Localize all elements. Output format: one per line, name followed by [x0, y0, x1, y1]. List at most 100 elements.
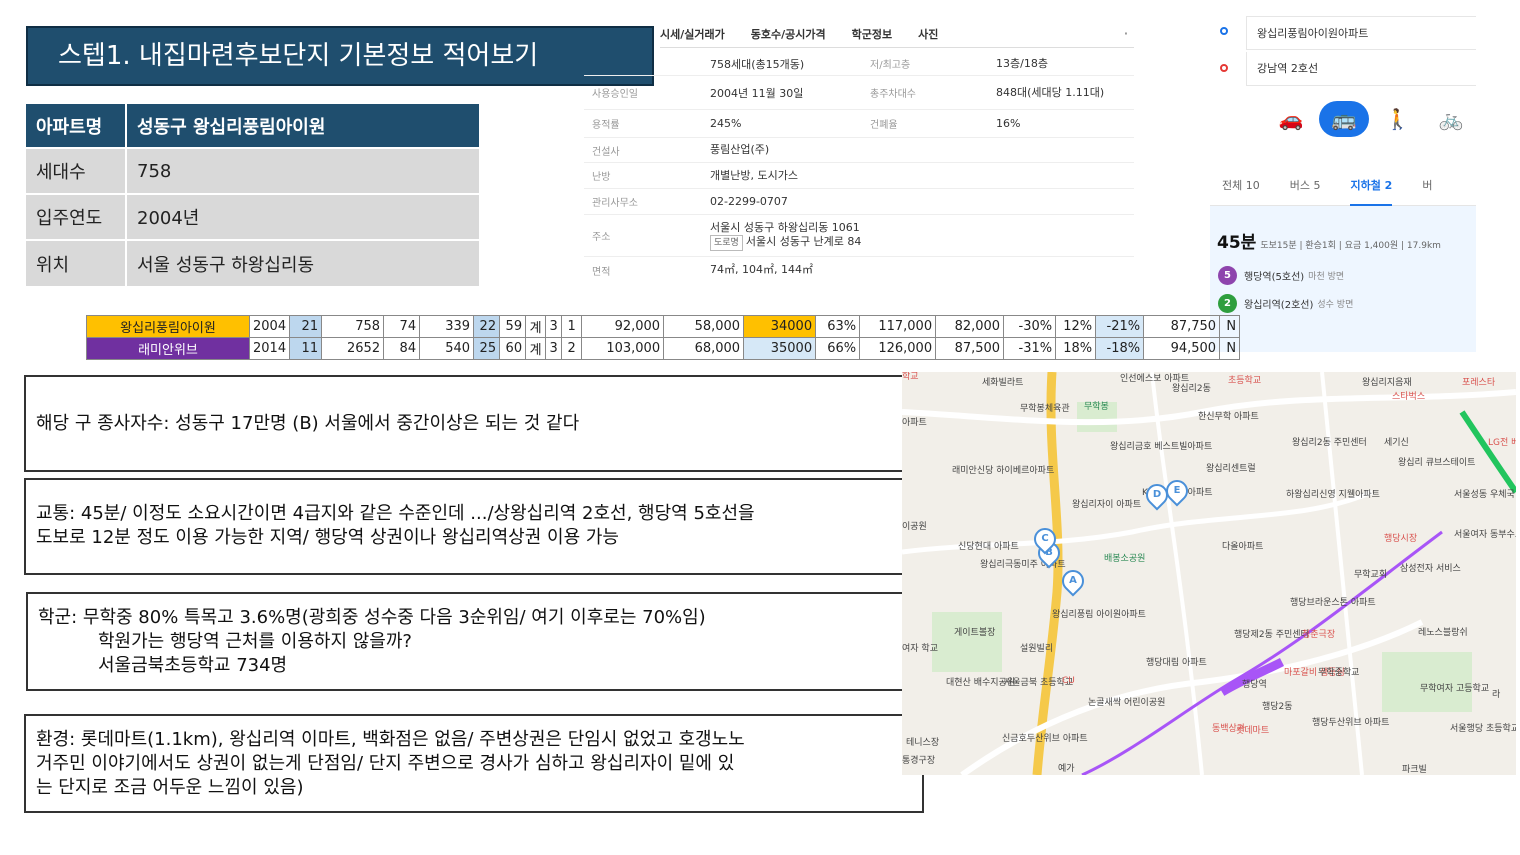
table-cell: -18%: [1095, 337, 1145, 360]
table-cell: 84: [383, 337, 421, 360]
map-label: 서울여자 동부수도사: [1454, 530, 1516, 540]
map-label: 왕십리센트럴: [1206, 464, 1256, 474]
info-key: 입주연도: [26, 193, 127, 240]
map-pin-letter: A: [1069, 575, 1077, 586]
station-item: 5 행당역(5호선) 마천 방면: [1218, 266, 1344, 285]
map-label: 파크빌: [1402, 765, 1427, 775]
table-cell: 63%: [815, 315, 861, 338]
note-line: 도보로 12분 정도 이용 가능한 지역/ 행당역 상권이나 왕십리역상권 이용…: [36, 527, 619, 548]
tab-more[interactable]: ·: [1124, 27, 1128, 40]
approval-value: 2004년 11월 30일: [710, 86, 804, 100]
table-cell: 22: [473, 315, 501, 338]
info-value: 서울 성동구 하왕십리동: [126, 239, 479, 286]
map-pin-letter: D: [1152, 489, 1162, 500]
parking-label: 총주차대수: [870, 89, 916, 100]
map-label: 삼성전자 서비스: [1400, 564, 1461, 574]
tab-price[interactable]: 시세/실거래가: [660, 26, 725, 42]
tab-school[interactable]: 학군정보: [852, 26, 892, 42]
tab-subway[interactable]: 지하철 2: [1350, 166, 1393, 206]
map-label: 무학교회: [1354, 570, 1388, 580]
table-row: 왕십리풍림아이원 2004 21 758 74 339 22 59 계 3 1 92,000 58,00…: [86, 315, 1241, 338]
note-line: 서울금북초등학교 734명: [98, 655, 288, 676]
tab-bus[interactable]: 버스 5: [1290, 166, 1321, 206]
detail-row: 건설사 풍림산업(주): [584, 138, 1134, 163]
table-cell: 2014: [248, 337, 291, 360]
map-label: CU: [1062, 676, 1075, 686]
map-label: 왕십리자이 아파트: [1072, 500, 1142, 510]
map-label: 세기신: [1384, 438, 1409, 448]
info-value: 2004년: [126, 193, 479, 240]
table-cell-name: 래미안위브: [86, 337, 250, 360]
line-badge: 2: [1218, 294, 1237, 313]
destination-dot-icon: [1220, 64, 1228, 72]
table-cell: N: [1219, 315, 1241, 338]
station-name: 왕십리역(2호선): [1244, 300, 1314, 311]
map-label: 무학봉: [1084, 402, 1109, 412]
detail-tabs: 시세/실거래가 동호수/공시가격 학군정보 사진 ·: [660, 20, 1134, 48]
map-label: LG전 베스: [1488, 438, 1516, 448]
map-label: 아파트: [902, 418, 927, 428]
bus-icon[interactable]: 🚌: [1319, 101, 1370, 137]
note-jobs: 해당 구 종사자수: 성동구 17만명 (B) 서울에서 중간이상은 되는 것 …: [24, 375, 904, 472]
route-result[interactable]: 45분 도보15분 | 환승1회 | 요금 1,400원 | 17.9km 5 행…: [1210, 206, 1476, 352]
info-header-value: 성동구 왕십리풍림아이원: [126, 104, 479, 148]
slide-title: 스텝1. 내집마련후보단지 기본정보 적어보기: [26, 26, 654, 86]
map-label: 대현산 배수지공원: [946, 678, 1016, 688]
map-label: 포레스타: [1462, 378, 1496, 388]
map-label: 왕십리 큐브스테이트: [1398, 458, 1476, 468]
route-details: 도보15분 | 환승1회 | 요금 1,400원 | 17.9km: [1260, 241, 1441, 251]
area-map[interactable]: 세화빌라트 무학봉체육관 무학봉 인선에스보 아파트 왕십리2동 초등학교 왕십리금호 베스…: [902, 372, 1516, 775]
table-row: 래미안위브 2014 11 2652 84 540 25 60 계 3 2 103,000 68,000…: [86, 337, 1241, 360]
map-label: 행당브라운스톤 아파트: [1290, 598, 1376, 608]
map-label: 레노스블랑쉬: [1418, 628, 1468, 638]
map-label: 설원빌리: [1020, 644, 1054, 654]
info-key: 위치: [26, 239, 127, 286]
floors-value: 13층/18층: [996, 56, 1048, 70]
area-value: 74㎡, 104㎡, 144㎡: [710, 263, 813, 276]
table-cell: 18%: [1055, 337, 1097, 360]
map-label: 게이트볼장: [954, 628, 996, 638]
map-label: 왕십리2동 주민센터: [1292, 438, 1367, 448]
note-environment: 환경: 롯데마트(1.1km), 왕십리역 이마트, 백화점은 없음/ 주변상권…: [24, 714, 924, 813]
table-cell-name: 왕십리풍림아이원: [86, 315, 250, 338]
table-cell: -21%: [1095, 315, 1145, 338]
car-icon[interactable]: 🚗: [1266, 101, 1316, 137]
bike-icon[interactable]: 🚲: [1426, 101, 1476, 137]
walk-icon[interactable]: 🚶: [1373, 101, 1423, 137]
table-cell: 12%: [1055, 315, 1097, 338]
line-badge: 5: [1218, 266, 1237, 285]
destination-input[interactable]: 강남역 2호선: [1246, 52, 1476, 86]
map-label: 무학봉체육관: [1020, 404, 1070, 414]
table-cell: 2004: [248, 315, 291, 338]
tab-more[interactable]: 버: [1422, 166, 1432, 206]
info-row-location: 위치 서울 성동구 하왕십리동: [26, 239, 479, 286]
origin-dot-icon: [1220, 27, 1228, 35]
detail-row: 사용승인일 2004년 11월 30일 총주차대수 848대(세대당 1.11대…: [584, 76, 1134, 110]
heating-label: 난방: [592, 172, 611, 183]
table-cell: 60: [499, 337, 527, 360]
road-address: 서울시 성동구 난계로 84: [745, 234, 862, 248]
note-school: 학군: 무학중 80% 특목고 3.6%명(광희중 성수중 다음 3순위임/ 여…: [26, 592, 906, 691]
map-label: 서울행당 초등학교: [1450, 724, 1516, 734]
map-label: 세화빌라트: [982, 378, 1024, 388]
map-label: 하왕십리신영 지웰아파트: [1286, 490, 1380, 500]
note-line: 환경: 롯데마트(1.1km), 왕십리역 이마트, 백화점은 없음/ 주변상권…: [36, 729, 745, 750]
map-label: 논골새싹 어린이공원: [1088, 698, 1166, 708]
table-cell: 59: [499, 315, 527, 338]
tab-units[interactable]: 동호수/공시가격: [751, 26, 826, 42]
map-label: 왕십리풍림 아이원아파트: [1052, 610, 1146, 620]
table-cell: 계: [525, 337, 547, 360]
route-summary: 45분 도보15분 | 환승1회 | 요금 1,400원 | 17.9km: [1217, 228, 1441, 253]
tab-all[interactable]: 전체 10: [1222, 166, 1260, 206]
station-name: 행당역(5호선): [1244, 272, 1305, 283]
table-cell: N: [1219, 337, 1241, 360]
origin-input[interactable]: 왕십리풍림아이원아파트: [1246, 16, 1476, 50]
approval-label: 사용승인일: [592, 89, 638, 100]
map-label: 예가: [1058, 764, 1075, 774]
households-value: 758세대(총15개동): [710, 57, 805, 71]
station-item: 2 왕십리역(2호선) 성수 방면: [1218, 294, 1353, 313]
table-cell: 758: [321, 315, 385, 338]
tab-photo[interactable]: 사진: [918, 26, 938, 42]
map-label: 신당현대 아파트: [958, 542, 1019, 552]
map-label: 한신무학 아파트: [1198, 412, 1259, 422]
